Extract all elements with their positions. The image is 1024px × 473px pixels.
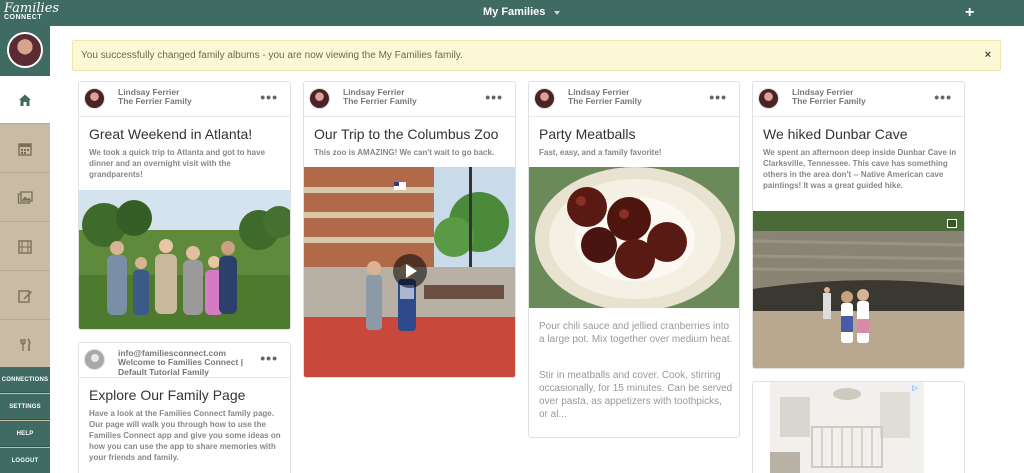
more-options-icon[interactable]: ••• bbox=[260, 351, 278, 365]
post-card[interactable]: Lindsay Ferrier The Ferrier Family ••• P… bbox=[528, 81, 740, 438]
post-card[interactable]: Lindsay Ferrier The Ferrier Family ••• G… bbox=[78, 81, 291, 330]
logo-text-connect: CONNECT bbox=[4, 14, 43, 21]
success-alert: You successfully changed family albums -… bbox=[72, 40, 1001, 71]
post-body-paragraph: Stir in meatballs and cover. Cook, stirr… bbox=[539, 370, 733, 420]
author-avatar[interactable] bbox=[309, 88, 330, 109]
families-connect-logo[interactable]: Families CONNECT bbox=[4, 2, 59, 24]
alert-message: You successfully changed family albums -… bbox=[81, 50, 463, 61]
post-photo[interactable] bbox=[529, 167, 740, 308]
post-family: Welcome to Families Connect | Default Tu… bbox=[118, 357, 244, 377]
gallery-icon[interactable] bbox=[947, 219, 957, 228]
more-options-icon[interactable]: ••• bbox=[934, 90, 952, 104]
post-header: Lindsay Ferrier The Ferrier Family ••• bbox=[79, 82, 290, 117]
close-icon[interactable]: × bbox=[985, 41, 991, 70]
post-title[interactable]: Our Trip to the Columbus Zoo bbox=[314, 126, 498, 142]
post-title[interactable]: Great Weekend in Atlanta! bbox=[89, 126, 252, 142]
add-icon[interactable]: + bbox=[965, 4, 974, 22]
edit-icon bbox=[18, 289, 32, 303]
sidebar-item-recipes[interactable] bbox=[0, 321, 50, 369]
ad-card[interactable]: ▷ bbox=[752, 381, 965, 473]
post-card[interactable]: info@familiesconnect.com Welcome to Fami… bbox=[78, 342, 291, 473]
author-avatar[interactable] bbox=[84, 349, 105, 370]
author-avatar[interactable] bbox=[534, 88, 555, 109]
caret-down-icon[interactable] bbox=[554, 11, 560, 15]
post-family: The Ferrier Family bbox=[792, 96, 866, 106]
post-description: Have a look at the Families Connect fami… bbox=[89, 409, 281, 462]
post-description: We took a quick trip to Atlanta and got … bbox=[89, 148, 266, 179]
film-icon bbox=[18, 239, 32, 254]
calendar-icon bbox=[18, 142, 32, 156]
post-title[interactable]: We hiked Dunbar Cave bbox=[763, 126, 907, 142]
post-description: Fast, easy, and a family favorite! bbox=[539, 148, 662, 157]
post-header: Lindsay Ferrier The Ferrier Family ••• bbox=[304, 82, 515, 117]
play-icon[interactable] bbox=[393, 254, 427, 288]
author-avatar[interactable] bbox=[84, 88, 105, 109]
more-options-icon[interactable]: ••• bbox=[260, 90, 278, 104]
sidebar-item-notes[interactable] bbox=[0, 272, 50, 320]
ad-image[interactable] bbox=[770, 382, 924, 473]
home-icon bbox=[19, 94, 31, 106]
author-avatar[interactable] bbox=[758, 88, 779, 109]
more-options-icon[interactable]: ••• bbox=[485, 90, 503, 104]
post-family: The Ferrier Family bbox=[343, 96, 417, 106]
post-header: Lindsay Ferrier The Ferrier Family ••• bbox=[753, 82, 964, 117]
post-header: info@familiesconnect.com Welcome to Fami… bbox=[79, 343, 290, 378]
sidebar-link-help[interactable]: HELP bbox=[0, 421, 50, 447]
sidebar-item-home[interactable] bbox=[0, 76, 50, 124]
sidebar-item-calendar[interactable] bbox=[0, 125, 50, 173]
sidebar-item-photos[interactable] bbox=[0, 174, 50, 222]
more-options-icon[interactable]: ••• bbox=[709, 90, 727, 104]
post-card[interactable]: Lindsay Ferrier The Ferrier Family ••• W… bbox=[752, 81, 965, 369]
fork-knife-icon bbox=[20, 337, 31, 351]
sidebar-link-settings[interactable]: SETTINGS bbox=[0, 394, 50, 420]
sidebar: CONNECTIONS SETTINGS HELP LOGOUT bbox=[0, 26, 50, 473]
ad-choices-icon[interactable]: ▷ bbox=[910, 384, 920, 394]
top-bar: Families CONNECT My Families + bbox=[0, 0, 1024, 26]
post-description: We spent an afternoon deep inside Dunbar… bbox=[763, 148, 957, 190]
post-family: The Ferrier Family bbox=[568, 96, 642, 106]
post-header: Lindsay Ferrier The Ferrier Family ••• bbox=[529, 82, 739, 117]
photos-icon bbox=[17, 190, 33, 204]
user-avatar[interactable] bbox=[7, 32, 43, 68]
sidebar-item-videos[interactable] bbox=[0, 223, 50, 271]
post-title[interactable]: Explore Our Family Page bbox=[89, 387, 245, 403]
post-description: This zoo is AMAZING! We can't wait to go… bbox=[314, 148, 495, 157]
sidebar-link-connections[interactable]: CONNECTIONS bbox=[0, 367, 50, 393]
post-family: The Ferrier Family bbox=[118, 96, 192, 106]
post-title[interactable]: Party Meatballs bbox=[539, 126, 635, 142]
post-photo[interactable] bbox=[79, 190, 291, 330]
post-body-paragraph: Pour chili sauce and jellied cranberries… bbox=[539, 321, 733, 345]
sidebar-link-logout[interactable]: LOGOUT bbox=[0, 448, 50, 473]
family-selector[interactable]: My Families bbox=[483, 6, 545, 18]
profile-area bbox=[0, 26, 50, 76]
post-photo[interactable] bbox=[753, 211, 965, 369]
post-card[interactable]: Lindsay Ferrier The Ferrier Family ••• O… bbox=[303, 81, 516, 378]
